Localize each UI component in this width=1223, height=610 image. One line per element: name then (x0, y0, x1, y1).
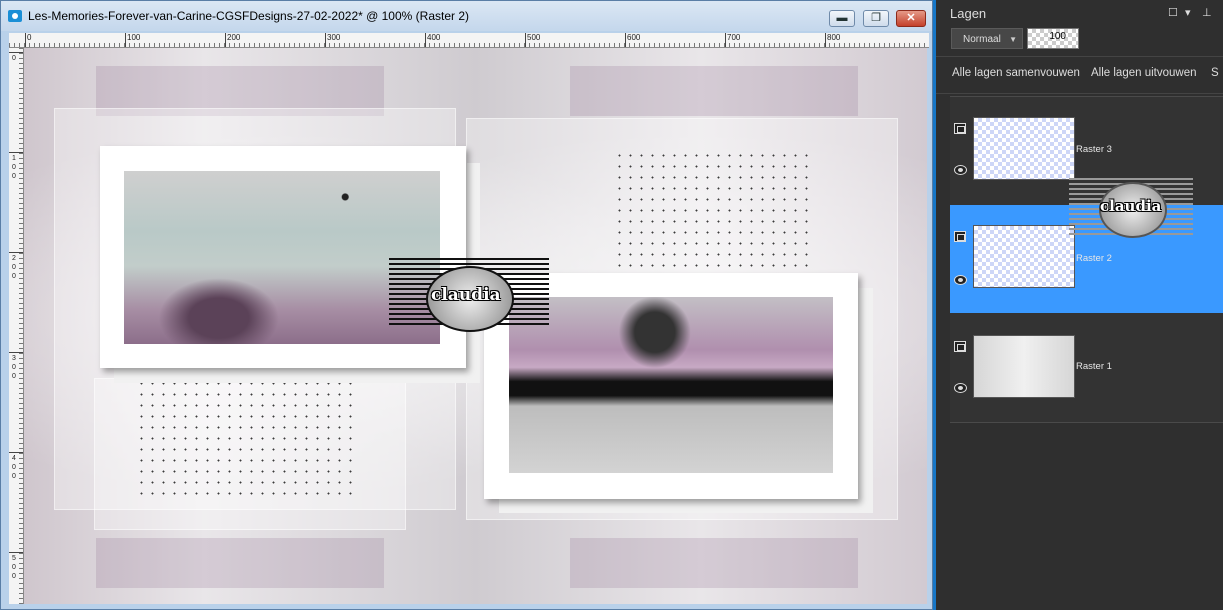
watermark-text: claudia (1100, 197, 1162, 215)
collapse-all-layers-button[interactable]: Alle lagen samenvouwen (952, 67, 1080, 79)
divider-line (936, 56, 1223, 57)
vertical-ruler: 0 1 0 0 2 0 0 3 0 0 4 0 0 5 0 0 (9, 48, 24, 604)
opacity-field[interactable]: 100 (1027, 28, 1079, 49)
dot-grid (136, 378, 356, 503)
photo-right (509, 297, 833, 473)
window-title-bar[interactable]: Les-Memories-Forever-van-Carine-CGSFDesi… (1, 1, 932, 31)
layer-type-icon[interactable] (954, 341, 966, 352)
ruler-label: 200 (227, 33, 241, 42)
layer-type-icon[interactable] (954, 231, 966, 242)
ruler-tick (625, 33, 626, 47)
float-icon[interactable]: ☐ (1168, 6, 1178, 19)
ruler-label: 0 (12, 55, 16, 62)
visibility-eye-icon[interactable] (954, 275, 967, 285)
ruler-label: 3 0 0 (12, 355, 16, 380)
ruler-tick (25, 33, 26, 47)
mauve-band (570, 66, 858, 116)
blend-mode-value: Normaal (963, 34, 1001, 45)
ruler-tick (225, 33, 226, 47)
pin-icon[interactable]: ⊥ (1202, 6, 1212, 19)
restore-button[interactable]: ❐ (863, 10, 889, 27)
layer-row-raster-1[interactable]: Raster 1 (950, 313, 1223, 421)
ruler-label: 5 0 0 (12, 555, 16, 580)
layer-thumbnail (973, 117, 1075, 180)
watermark-text: claudia (431, 285, 501, 305)
ruler-label: 0 (27, 33, 32, 42)
ruler-label: 300 (327, 33, 341, 42)
opacity-value: 100 (1049, 31, 1066, 42)
app-icon[interactable] (8, 10, 22, 22)
visibility-eye-icon[interactable] (954, 165, 967, 175)
palette-menu-icon[interactable]: ▾ (1185, 6, 1191, 19)
ruler-tick (425, 33, 426, 47)
document-window: Les-Memories-Forever-van-Carine-CGSFDesi… (0, 0, 933, 610)
image-canvas[interactable]: claudia (24, 48, 927, 604)
ruler-tick (125, 33, 126, 47)
expand-all-layers-button[interactable]: Alle lagen uitvouwen (1091, 67, 1197, 79)
mauve-band (570, 538, 858, 588)
ruler-tick (9, 152, 23, 153)
ruler-label: 4 0 0 (12, 455, 16, 480)
layer-type-icon[interactable] (954, 123, 966, 134)
layer-thumbnail (973, 225, 1075, 288)
ruler-label: 800 (827, 33, 841, 42)
ruler-label: 1 0 0 (12, 155, 16, 180)
layer-name: Raster 2 (1076, 253, 1112, 264)
layer-name: Raster 3 (1076, 144, 1112, 155)
divider-line (936, 93, 1223, 94)
blend-mode-select[interactable]: Normaal ▼ (951, 28, 1023, 49)
ruler-label: 400 (427, 33, 441, 42)
layers-palette: Lagen ☐ ▾ ⊥ Normaal ▼ 100 Alle lagen sam… (936, 0, 1223, 610)
ruler-label: 2 0 0 (12, 255, 16, 280)
visibility-eye-icon[interactable] (954, 383, 967, 393)
ruler-tick (325, 33, 326, 47)
minimize-button[interactable]: ▬ (829, 10, 855, 27)
ruler-tick (9, 52, 23, 53)
layer-list: Raster 3 Raster 2 Raster 1 (950, 96, 1223, 423)
chevron-down-icon: ▼ (1009, 35, 1017, 44)
layer-thumbnail (973, 335, 1075, 398)
ruler-label: 500 (527, 33, 541, 42)
ruler-tick (9, 352, 23, 353)
layer-name: Raster 1 (1076, 361, 1112, 372)
more-link[interactable]: S (1211, 67, 1219, 79)
ruler-tick (525, 33, 526, 47)
watermark-badge: claudia (1069, 178, 1193, 238)
ruler-label: 600 (627, 33, 641, 42)
horizontal-ruler: 0 100 200 300 400 500 600 700 800 (9, 33, 929, 48)
ruler-tick (9, 452, 23, 453)
ruler-tick (9, 252, 23, 253)
document-title: Les-Memories-Forever-van-Carine-CGSFDesi… (28, 9, 469, 23)
ruler-tick (825, 33, 826, 47)
dot-grid (614, 150, 814, 280)
ruler-tick (9, 552, 23, 553)
mauve-band (96, 538, 384, 588)
palette-title: Lagen (950, 6, 987, 21)
ruler-label: 100 (127, 33, 141, 42)
ruler-tick (725, 33, 726, 47)
close-button[interactable]: ✕ (896, 10, 926, 27)
ruler-label: 700 (727, 33, 741, 42)
